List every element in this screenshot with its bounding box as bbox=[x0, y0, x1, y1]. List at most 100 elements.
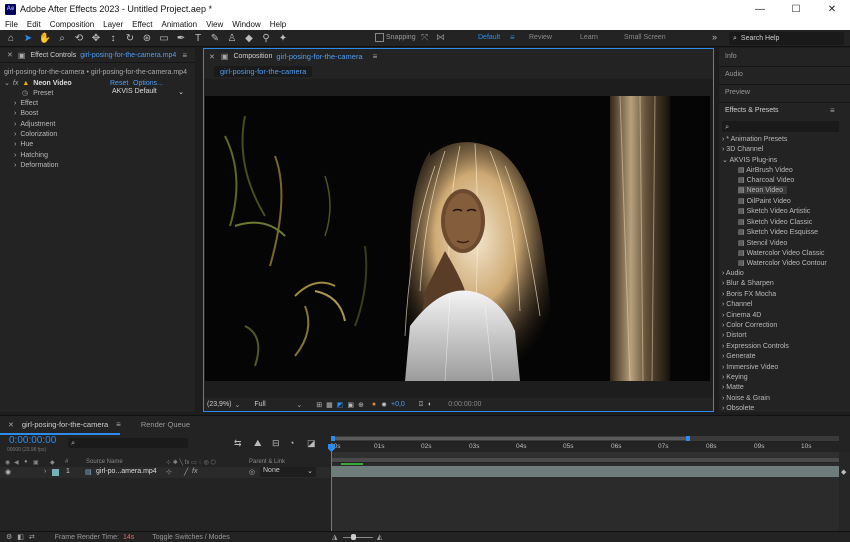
composition-viewer[interactable] bbox=[205, 96, 710, 381]
effect-item[interactable]: ▤ AirBrush Video bbox=[738, 166, 793, 174]
home-icon[interactable]: ⌂ bbox=[5, 32, 17, 44]
eraser-tool-icon[interactable]: ◆ bbox=[243, 32, 255, 44]
maximize-button[interactable]: ☐ bbox=[778, 0, 814, 18]
zoom-tool-icon[interactable]: ⌕ bbox=[56, 32, 68, 44]
pick-whip-icon[interactable]: ◎ bbox=[249, 468, 255, 476]
close-tab-icon[interactable]: ✕ bbox=[8, 421, 14, 429]
zoom-out-icon[interactable]: ◮ bbox=[332, 533, 337, 541]
category-item[interactable]: › Noise & Grain bbox=[722, 395, 770, 402]
layer-search-input[interactable]: ⌕ bbox=[68, 438, 188, 448]
brush-tool-icon[interactable]: ✎ bbox=[209, 32, 221, 44]
effect-item[interactable]: ▤ Sketch Video Esquisse bbox=[738, 228, 818, 236]
workspace-menu-icon[interactable]: ≡ bbox=[510, 33, 515, 42]
close-button[interactable]: ✕ bbox=[814, 0, 850, 18]
shy-switch-icon[interactable]: ⊹ bbox=[166, 468, 172, 476]
toggle-switches-modes-button[interactable]: Toggle Switches / Modes bbox=[152, 534, 229, 541]
resolution-dropdown[interactable]: Full bbox=[254, 401, 296, 408]
group-boost[interactable]: › Boost bbox=[14, 108, 38, 118]
category-item[interactable]: › Keying bbox=[722, 374, 748, 381]
roto-brush-icon[interactable]: ⚲ bbox=[260, 32, 272, 44]
panel-menu-icon[interactable]: ≡ bbox=[830, 106, 835, 115]
reset-link[interactable]: Reset bbox=[110, 80, 128, 87]
dolly-camera-icon[interactable]: ↕ bbox=[107, 32, 119, 44]
timeline-zoom-thumb[interactable] bbox=[351, 534, 356, 540]
category-item[interactable]: › Generate bbox=[722, 353, 755, 360]
panel-menu-icon[interactable]: ≡ bbox=[116, 420, 121, 429]
transfer-icon[interactable]: ⇄ bbox=[29, 533, 35, 541]
more-workspaces-button[interactable]: » bbox=[712, 32, 717, 42]
info-icon[interactable]: ◧ bbox=[17, 533, 24, 541]
menu-composition[interactable]: Composition bbox=[50, 20, 94, 29]
workspace-default[interactable]: Default bbox=[478, 34, 500, 41]
fast-previews-icon[interactable]: ⊞ bbox=[316, 401, 322, 409]
timeline-timecode[interactable]: 0:00:00:00 bbox=[9, 435, 56, 446]
effect-controls-tab[interactable]: Effect Controls bbox=[30, 52, 76, 59]
preset-dropdown[interactable]: AKVIS Default ⌄ bbox=[112, 88, 184, 98]
region-of-interest-icon[interactable]: ▣ bbox=[347, 401, 354, 409]
category-item[interactable]: › Cinema 4D bbox=[722, 312, 761, 319]
timeline-scrollbar[interactable] bbox=[839, 452, 850, 531]
exposure-value[interactable]: +0,0 bbox=[391, 401, 405, 408]
channel-icon[interactable]: ● bbox=[372, 401, 376, 408]
render-time-icon[interactable]: ⚙ bbox=[6, 533, 12, 541]
group-effect[interactable]: › Effect bbox=[14, 98, 38, 108]
search-help-field[interactable]: ⌕ Search Help bbox=[729, 32, 844, 45]
menu-effect[interactable]: Effect bbox=[132, 20, 152, 29]
quality-switch-icon[interactable]: ╱ bbox=[184, 468, 188, 476]
menu-view[interactable]: View bbox=[206, 20, 223, 29]
menu-animation[interactable]: Animation bbox=[161, 20, 197, 29]
orbit-camera-icon[interactable]: ⟲ bbox=[73, 32, 85, 44]
group-deformation[interactable]: › Deformation bbox=[14, 160, 58, 170]
workspace-review[interactable]: Review bbox=[529, 34, 552, 41]
transparency-grid-icon[interactable]: ▦ bbox=[326, 401, 333, 409]
category-akvis-plugins[interactable]: ⌄ AKVIS Plug-ins bbox=[722, 156, 777, 164]
effect-item[interactable]: ▤ OilPaint Video bbox=[738, 197, 791, 205]
group-adjustment[interactable]: › Adjustment bbox=[14, 119, 55, 129]
out-point-icon[interactable]: ◆ bbox=[841, 468, 846, 476]
effect-item[interactable]: ▤ Charcoal Video bbox=[738, 176, 794, 184]
playhead-line[interactable] bbox=[331, 444, 332, 542]
preview-panel-tab[interactable]: Preview bbox=[725, 89, 750, 96]
pen-tool-icon[interactable]: ✒ bbox=[175, 32, 187, 44]
navigator-end-handle[interactable] bbox=[686, 436, 690, 441]
effect-item[interactable]: ▤ Watercolor Video Classic bbox=[738, 249, 824, 257]
audio-panel-tab[interactable]: Audio bbox=[725, 71, 743, 78]
category-item[interactable]: › Matte bbox=[722, 384, 744, 391]
group-colorization[interactable]: › Colorization bbox=[14, 129, 57, 139]
category-3d-channel[interactable]: › 3D Channel bbox=[722, 146, 763, 153]
close-tab-icon[interactable]: ✕ bbox=[209, 53, 215, 61]
category-item[interactable]: › Immersive Video bbox=[722, 364, 778, 371]
category-item[interactable]: › Obsolete bbox=[722, 405, 754, 412]
rotation-tool-icon[interactable]: ↻ bbox=[124, 32, 136, 44]
label-color-swatch[interactable] bbox=[52, 469, 59, 476]
category-item[interactable]: › Color Correction bbox=[722, 322, 777, 329]
zoom-in-icon[interactable]: ◭ bbox=[377, 533, 382, 541]
effects-search-input[interactable]: ⌕ bbox=[722, 121, 839, 132]
group-hatching[interactable]: › Hatching bbox=[14, 150, 48, 160]
hand-tool-icon[interactable]: ✋ bbox=[39, 32, 51, 44]
frame-blending-icon[interactable]: ⊟ bbox=[272, 438, 280, 449]
info-panel-tab[interactable]: Info bbox=[725, 53, 737, 60]
effect-item[interactable]: ▤ Sketch Video Artistic bbox=[738, 207, 810, 215]
minimize-button[interactable]: — bbox=[742, 0, 778, 18]
timeline-zoom-slider[interactable] bbox=[343, 537, 373, 538]
composition-subtab[interactable]: girl-posing-for-the-camera bbox=[214, 66, 313, 77]
visibility-eye-icon[interactable]: ◉ bbox=[5, 468, 11, 476]
fx-switch-icon[interactable]: fx bbox=[192, 468, 197, 475]
snap-magnet-icon[interactable]: ⋈ bbox=[436, 32, 445, 43]
effect-item[interactable]: ▤ Sketch Video Classic bbox=[738, 218, 812, 226]
motion-blur-icon[interactable]: ◔ bbox=[289, 438, 294, 448]
layer-name[interactable]: girl-po...amera.mp4 bbox=[96, 468, 157, 475]
rectangle-tool-icon[interactable]: ▭ bbox=[158, 32, 170, 44]
category-item[interactable]: › Expression Controls bbox=[722, 343, 789, 350]
pan-camera-icon[interactable]: ✥ bbox=[90, 32, 102, 44]
category-item[interactable]: › Audio bbox=[722, 270, 744, 277]
mask-visibility-icon[interactable]: ◩ bbox=[337, 401, 344, 409]
workspace-small-screen[interactable]: Small Screen bbox=[624, 34, 666, 41]
snapshot-camera-icon[interactable]: ⌼ bbox=[419, 401, 423, 409]
category-item[interactable]: › Boris FX Mocha bbox=[722, 291, 776, 298]
menu-help[interactable]: Help bbox=[270, 20, 286, 29]
draft-3d-icon[interactable]: ⛰ bbox=[254, 438, 262, 449]
column-source-name[interactable]: Source Name bbox=[86, 459, 123, 465]
expand-arrow-icon[interactable]: › bbox=[44, 468, 46, 475]
